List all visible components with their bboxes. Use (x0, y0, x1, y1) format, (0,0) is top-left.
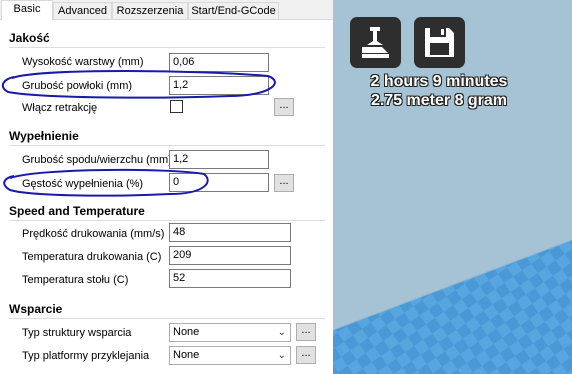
fill-density-label: Gęstość wypełnienia (%) (22, 178, 144, 190)
section-title-support: Wsparcie (9, 302, 63, 316)
section-divider (9, 47, 325, 48)
save-icon (425, 28, 454, 57)
tab-bar: Basic Advanced Rozszerzenia Start/End-GC… (0, 0, 333, 20)
print-temp-label: Temperatura drukowania (C) (22, 251, 162, 263)
model-viewer[interactable]: 2 hours 9 minutes 2.75 meter 8 gram (333, 0, 572, 374)
adhesion-type-select[interactable]: None ⌄ (169, 346, 291, 365)
bottom-top-thickness-input[interactable]: 1,2 (169, 150, 269, 169)
retraction-settings-button[interactable]: ... (274, 98, 294, 116)
section-divider (9, 220, 325, 221)
adhesion-type-value: None (173, 349, 200, 361)
retraction-label: Włącz retrakcję (22, 102, 98, 114)
shell-thickness-input[interactable]: 1,2 (169, 76, 269, 95)
adhesion-settings-button[interactable]: ... (296, 346, 316, 364)
tab-advanced[interactable]: Advanced (53, 2, 112, 19)
bed-temp-input[interactable]: 52 (169, 269, 291, 288)
load-model-button[interactable] (350, 17, 401, 68)
support-settings-button[interactable]: ... (296, 323, 316, 341)
layer-height-input[interactable]: 0,06 (169, 53, 269, 72)
support-type-value: None (173, 326, 200, 338)
fill-settings-button[interactable]: ... (274, 174, 294, 192)
section-title-quality: Jakość (9, 31, 50, 45)
settings-panel: Basic Advanced Rozszerzenia Start/End-GC… (0, 0, 333, 374)
print-temp-input[interactable]: 209 (169, 246, 291, 265)
save-gcode-button[interactable] (414, 17, 465, 68)
bed-temp-label: Temperatura stołu (C) (22, 274, 129, 286)
tab-start-end-gcode[interactable]: Start/End-GCode (188, 2, 279, 19)
section-divider (9, 145, 325, 146)
tab-basic[interactable]: Basic (1, 0, 53, 20)
support-type-label: Typ struktury wsparcia (22, 327, 132, 339)
chevron-down-icon: ⌄ (277, 350, 286, 361)
chevron-down-icon: ⌄ (277, 327, 286, 338)
print-speed-label: Prędkość drukowania (mm/s) (22, 228, 165, 240)
retraction-checkbox[interactable] (170, 100, 183, 113)
tab-rozszerzenia[interactable]: Rozszerzenia (112, 2, 188, 19)
fill-density-input[interactable]: 0 (169, 173, 269, 192)
print-time-text: 2 hours 9 minutes (370, 73, 508, 90)
print-speed-input[interactable]: 48 (169, 223, 291, 242)
load-model-icon (362, 27, 389, 58)
section-title-speed: Speed and Temperature (9, 204, 145, 218)
adhesion-type-label: Typ platformy przyklejania (22, 350, 150, 362)
layer-height-label: Wysokość warstwy (mm) (22, 56, 144, 68)
shell-thickness-label: Grubość powłoki (mm) (22, 80, 133, 92)
bottom-top-thickness-label: Grubość spodu/wierzchu (mm) (22, 154, 172, 166)
section-title-fill: Wypełnienie (9, 129, 79, 143)
support-type-select[interactable]: None ⌄ (169, 323, 291, 342)
material-usage-text: 2.75 meter 8 gram (370, 92, 508, 109)
section-divider (9, 318, 325, 319)
